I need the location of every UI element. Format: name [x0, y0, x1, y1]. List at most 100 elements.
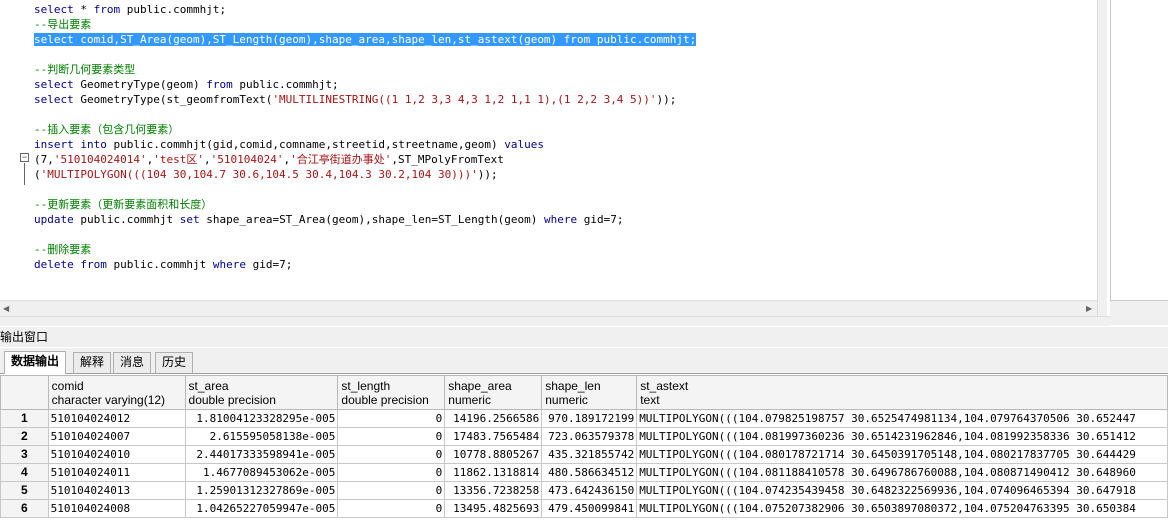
- column-header-st-area[interactable]: st_area double precision: [184, 375, 339, 410]
- table-cell[interactable]: 510104024012: [47, 409, 186, 428]
- code-line[interactable]: --删除要素: [34, 242, 1095, 257]
- table-cell[interactable]: MULTIPOLYGON(((104.081188410578 30.64967…: [636, 463, 1168, 482]
- code-token: delete from: [34, 258, 107, 271]
- table-cell[interactable]: 11862.1318814: [444, 463, 543, 482]
- result-grid[interactable]: comid character varying(12) st_area doub…: [0, 375, 1168, 529]
- column-header-st-length[interactable]: st_length double precision: [337, 375, 446, 410]
- code-token: ));: [656, 93, 677, 106]
- table-cell[interactable]: 435.321855742: [541, 445, 638, 464]
- table-cell[interactable]: 510104024007: [47, 427, 186, 446]
- table-cell[interactable]: 2.615595058138e-005: [184, 427, 339, 446]
- row-number[interactable]: 5: [0, 481, 49, 500]
- table-row[interactable]: 6 510104024008 1.04265227059947e-005 0 13495…: [0, 499, 1168, 518]
- code-line[interactable]: ('MULTIPOLYGON(((104 30,104.7 30.6,104.5…: [34, 167, 1095, 182]
- table-cell[interactable]: 13495.4825693: [444, 499, 543, 518]
- code-line[interactable]: [34, 47, 1095, 62]
- code-line[interactable]: insert into public.commhjt(gid,comid,com…: [34, 137, 1095, 152]
- table-cell[interactable]: 1.81004123328295e-005: [184, 409, 339, 428]
- code-line[interactable]: (7,'510104024014','test区','510104024','合…: [34, 152, 1095, 167]
- vertical-scrollbar[interactable]: [1097, 0, 1107, 316]
- table-row[interactable]: 3 510104024010 2.44017333598941e-005 0 10778…: [0, 445, 1168, 464]
- table-row[interactable]: 2 510104024007 2.615595058138e-005 0 17483.7…: [0, 427, 1168, 446]
- table-row[interactable]: 1 510104024012 1.81004123328295e-005 0 14196…: [0, 409, 1168, 428]
- code-area[interactable]: select * from public.commhjt; --导出要素 selec…: [34, 2, 1095, 272]
- code-line[interactable]: select comid,ST_Area(geom),ST_Length(geo…: [34, 32, 1095, 47]
- table-cell[interactable]: MULTIPOLYGON(((104.074235439458 30.64823…: [636, 481, 1168, 500]
- tab-history[interactable]: 历史: [155, 352, 194, 373]
- table-cell[interactable]: 480.586634512: [541, 463, 638, 482]
- table-cell[interactable]: 723.063579378: [541, 427, 638, 446]
- code-line[interactable]: [34, 107, 1095, 122]
- code-line[interactable]: --更新要素（更新要素面积和长度）: [34, 197, 1095, 212]
- code-line[interactable]: --导出要素: [34, 17, 1095, 32]
- table-row[interactable]: 5 510104024013 1.25901312327869e-005 0 13356…: [0, 481, 1168, 500]
- row-number[interactable]: 6: [0, 499, 49, 518]
- column-name: shape_area: [448, 379, 512, 393]
- horizontal-scrollbar[interactable]: ◀ ▶: [0, 300, 1097, 316]
- code-line[interactable]: delete from public.commhjt where gid=7;: [34, 257, 1095, 272]
- fold-collapse-icon[interactable]: −: [20, 153, 29, 162]
- code-token: gid=7;: [577, 213, 624, 226]
- row-number[interactable]: 1: [0, 409, 49, 428]
- table-cell[interactable]: 510104024013: [47, 481, 186, 500]
- code-token: 'MULTIPOLYGON(((104 30,104.7 30.6,104.5 …: [40, 168, 478, 181]
- table-cell[interactable]: MULTIPOLYGON(((104.081997360236 30.65142…: [636, 427, 1168, 446]
- code-token: public.commhjt(gid,comid,comname,streeti…: [106, 138, 505, 151]
- code-token: where: [543, 213, 578, 226]
- row-number[interactable]: 4: [0, 463, 49, 482]
- row-number[interactable]: 3: [0, 445, 49, 464]
- table-cell[interactable]: 0: [337, 499, 446, 518]
- table-cell[interactable]: 970.189172199: [541, 409, 638, 428]
- table-cell[interactable]: 479.450099841: [541, 499, 638, 518]
- code-line[interactable]: select * from public.commhjt;: [34, 2, 1095, 17]
- table-cell[interactable]: 510104024010: [47, 445, 186, 464]
- column-header-shape-len[interactable]: shape_len numeric: [541, 375, 638, 410]
- row-number-header[interactable]: [0, 375, 49, 410]
- table-cell[interactable]: 17483.7565484: [444, 427, 543, 446]
- code-token: --更新要素（更新要素面积和长度）: [34, 198, 213, 211]
- table-cell[interactable]: 1.04265227059947e-005: [184, 499, 339, 518]
- table-cell[interactable]: 2.44017333598941e-005: [184, 445, 339, 464]
- code-line[interactable]: [34, 227, 1095, 242]
- table-cell[interactable]: 510104024008: [47, 499, 186, 518]
- code-line[interactable]: [34, 182, 1095, 197]
- table-cell[interactable]: 1.25901312327869e-005: [184, 481, 339, 500]
- column-header-comid[interactable]: comid character varying(12): [47, 375, 186, 410]
- grid-header-row: comid character varying(12) st_area doub…: [0, 375, 1168, 410]
- sql-editor[interactable]: − select * from public.commhjt; --导出要素 sel…: [0, 0, 1107, 316]
- code-line[interactable]: select GeometryType(geom) from public.co…: [34, 77, 1095, 92]
- table-cell[interactable]: 0: [337, 445, 446, 464]
- tab-messages[interactable]: 消息: [113, 352, 152, 373]
- table-cell[interactable]: 510104024011: [47, 463, 186, 482]
- table-cell[interactable]: 473.642436150: [541, 481, 638, 500]
- code-line[interactable]: update public.commhjt set shape_area=ST_…: [34, 212, 1095, 227]
- column-header-shape-area[interactable]: shape_area numeric: [444, 375, 543, 410]
- table-cell[interactable]: 14196.2566586: [444, 409, 543, 428]
- code-line[interactable]: --插入要素（包含几何要素）: [34, 122, 1095, 137]
- table-cell[interactable]: 0: [337, 481, 446, 500]
- table-row[interactable]: 4 510104024011 1.4677089453062e-005 0 11862.…: [0, 463, 1168, 482]
- code-token: 'test区': [153, 153, 204, 166]
- scroll-right-icon[interactable]: ▶: [1086, 304, 1092, 313]
- splitter[interactable]: [0, 316, 1110, 326]
- table-cell[interactable]: 13356.7238258: [444, 481, 543, 500]
- table-cell[interactable]: MULTIPOLYGON(((104.080178721714 30.64503…: [636, 445, 1168, 464]
- table-cell[interactable]: MULTIPOLYGON(((104.075207382906 30.65038…: [636, 499, 1168, 518]
- tab-explain[interactable]: 解释: [73, 352, 112, 373]
- table-cell[interactable]: 1.4677089453062e-005: [184, 463, 339, 482]
- column-type: double precision: [341, 393, 429, 407]
- editor-gutter: [0, 0, 33, 300]
- code-line[interactable]: select GeometryType(st_geomfromText('MUL…: [34, 92, 1095, 107]
- scroll-left-icon[interactable]: ◀: [3, 304, 9, 313]
- table-cell[interactable]: 0: [337, 463, 446, 482]
- side-panel-scrollbar[interactable]: [1110, 300, 1168, 325]
- row-number[interactable]: 2: [0, 427, 49, 446]
- table-cell[interactable]: MULTIPOLYGON(((104.079825198757 30.65254…: [636, 409, 1168, 428]
- column-type: character varying(12): [51, 393, 166, 407]
- code-line[interactable]: --判断几何要素类型: [34, 62, 1095, 77]
- column-header-st-astext[interactable]: st_astext text: [636, 375, 1168, 410]
- table-cell[interactable]: 0: [337, 427, 446, 446]
- tab-data-output[interactable]: 数据输出: [4, 351, 67, 374]
- table-cell[interactable]: 0: [337, 409, 446, 428]
- table-cell[interactable]: 10778.8805267: [444, 445, 543, 464]
